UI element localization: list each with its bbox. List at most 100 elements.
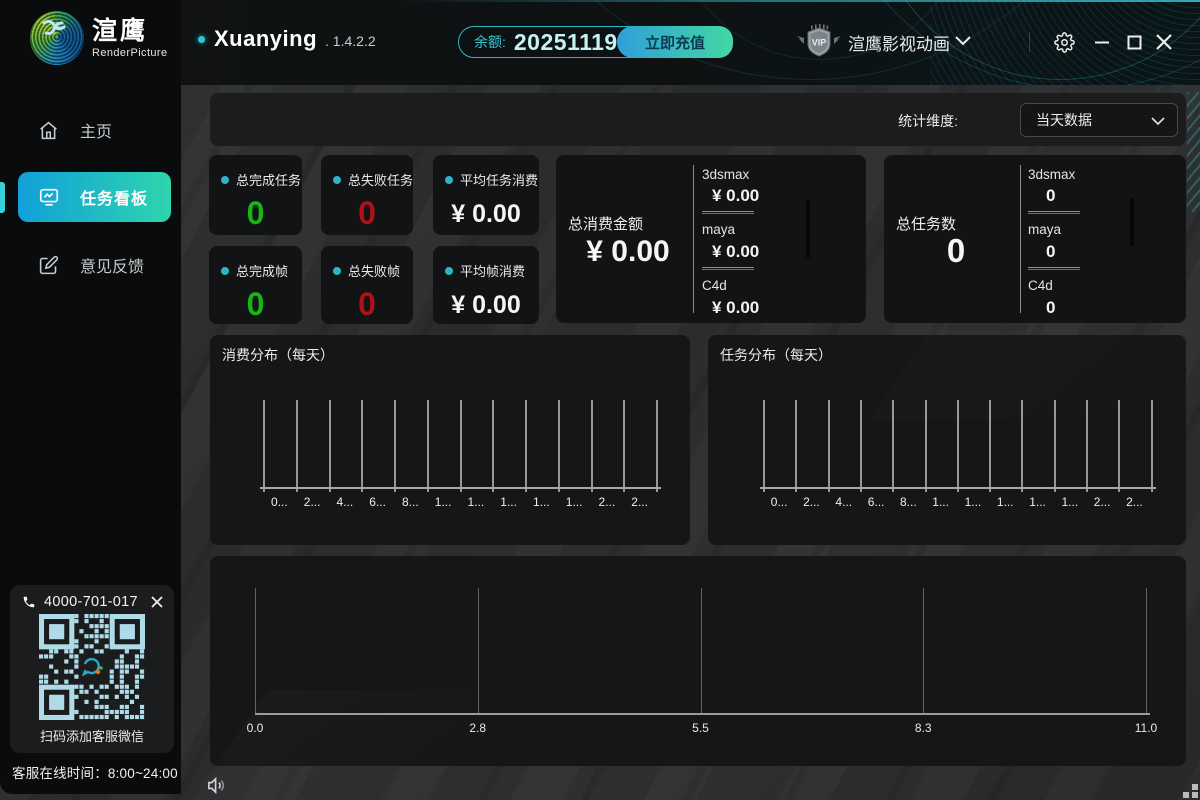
scrollbar-thumb[interactable] xyxy=(806,200,810,258)
x-axis-label: 1... xyxy=(525,495,558,509)
app-title: Xuanying . 1.4.2.2 xyxy=(198,26,376,52)
separator xyxy=(1028,267,1080,270)
x-axis-label: 1... xyxy=(492,495,525,509)
phone-icon xyxy=(22,595,36,609)
breakdown-value: ¥ 0.00 xyxy=(712,242,759,262)
stat-label: 总失败任务 xyxy=(348,170,413,189)
stat-label: 总完成帧 xyxy=(236,261,288,280)
x-axis-label: 2... xyxy=(591,495,624,509)
filter-label: 统计维度: xyxy=(898,111,958,131)
filter-bar: 统计维度: 当天数据 xyxy=(210,93,1186,146)
app-name: Xuanying xyxy=(214,26,317,52)
gridline xyxy=(923,588,924,713)
gridline xyxy=(591,400,593,492)
dashboard-chart-icon xyxy=(38,186,60,208)
chevron-down-icon xyxy=(1151,117,1165,126)
sidebar-item-label: 任务看板 xyxy=(80,185,148,209)
stat-card-completed-tasks: 总完成任务 0 xyxy=(209,155,302,235)
stat-bullet xyxy=(445,267,453,275)
x-axis-label: 0... xyxy=(263,495,296,509)
gridline xyxy=(460,400,462,492)
gridline xyxy=(329,400,331,492)
x-axis-label: 2... xyxy=(296,495,329,509)
feedback-icon xyxy=(38,255,59,276)
sidebar-item-home[interactable]: 主页 xyxy=(0,108,181,152)
stat-label: 总失败帧 xyxy=(348,261,400,280)
x-axis-label: 2... xyxy=(795,495,827,509)
gear-icon[interactable] xyxy=(1050,28,1078,56)
service-phone-number: 4000-701-017 xyxy=(44,594,138,610)
x-axis-label: 1... xyxy=(925,495,957,509)
x-axis-label: 6... xyxy=(860,495,892,509)
app-version: . 1.4.2.2 xyxy=(325,33,376,49)
x-axis-label: 4... xyxy=(329,495,362,509)
stat-card-avg-frame-cost: 平均帧消费 ¥ 0.00 xyxy=(433,246,539,324)
gridline xyxy=(623,400,625,492)
qr-code xyxy=(39,614,145,720)
title-bullet-dot xyxy=(198,36,205,43)
stat-value: ¥ 0.00 xyxy=(433,200,539,229)
x-axis-label: 2... xyxy=(623,495,656,509)
account-name[interactable]: 渲鹰影视动画 xyxy=(848,30,950,55)
sidebar-item-feedback[interactable]: 意见反馈 xyxy=(0,243,181,287)
app-window: Xuanying . 1.4.2.2 余额: 20251119.02 立即充值 … xyxy=(0,0,1200,800)
stat-value: 0 xyxy=(209,195,302,232)
gridline xyxy=(558,400,560,492)
gridline xyxy=(795,400,797,492)
x-axis-label: 8... xyxy=(892,495,924,509)
breakdown-name: 3dsmax xyxy=(1028,167,1075,182)
gridline xyxy=(828,400,830,492)
stat-card-avg-task-cost: 平均任务消费 ¥ 0.00 xyxy=(433,155,539,235)
logo-name-cn: 渲鹰 xyxy=(92,18,168,44)
divider xyxy=(1020,165,1021,313)
breakdown-name: maya xyxy=(1028,222,1061,237)
stat-card-failed-frames: 总失败帧 0 xyxy=(321,246,413,324)
minimize-icon[interactable] xyxy=(1088,28,1116,56)
chart-plot-area: 0...2...4...6...8...1...1...1...1...1...… xyxy=(210,335,690,545)
recharge-button[interactable]: 立即充值 xyxy=(617,26,733,58)
x-axis-label: 2... xyxy=(1086,495,1118,509)
stat-label: 总完成任务 xyxy=(236,170,301,189)
total-tasks-card: 总任务数 0 3dsmax 0 maya 0 C4d 0 xyxy=(884,155,1186,323)
home-icon xyxy=(38,120,59,141)
sidebar-item-label: 意见反馈 xyxy=(80,253,144,277)
x-axis-label: 4... xyxy=(828,495,860,509)
gridline xyxy=(492,400,494,492)
breakdown-name: 3dsmax xyxy=(702,167,749,182)
service-online-time: 客服在线时间：8:00~24:00 xyxy=(12,762,178,782)
close-icon[interactable] xyxy=(1150,28,1178,56)
x-axis-label: 0... xyxy=(763,495,795,509)
customer-service-card: 4000-701-017 扫码添加客服微信 xyxy=(10,585,174,753)
sidebar-item-dashboard[interactable]: 任务看板 xyxy=(18,172,171,222)
logo-text: 渲鹰 RenderPicture xyxy=(92,18,168,59)
active-nav-indicator xyxy=(0,182,5,213)
gridline xyxy=(263,400,265,492)
separator xyxy=(702,211,754,214)
stat-dimension-select[interactable]: 当天数据 xyxy=(1020,103,1178,137)
gridline xyxy=(255,588,256,713)
x-axis-label: 1... xyxy=(460,495,493,509)
logo-icon xyxy=(30,11,84,65)
x-axis-label: 1... xyxy=(558,495,591,509)
resize-grip[interactable] xyxy=(1183,792,1189,798)
scrollbar-thumb[interactable] xyxy=(1130,198,1134,246)
resize-grip[interactable] xyxy=(1192,792,1198,798)
x-axis-label: 1... xyxy=(427,495,460,509)
vip-badge-icon: VIP xyxy=(796,24,842,60)
breakdown-value: ¥ 0.00 xyxy=(712,186,759,206)
balance-pill: 余额: 20251119.02 立即充值 xyxy=(458,26,733,58)
chevron-down-icon[interactable] xyxy=(955,36,971,46)
card-label: 总消费金额 xyxy=(568,213,643,234)
separator xyxy=(1028,211,1080,214)
resize-grip[interactable] xyxy=(1192,784,1198,790)
stat-value: ¥ 0.00 xyxy=(433,291,539,320)
stat-bullet xyxy=(445,176,453,184)
card-label: 总任务数 xyxy=(896,213,956,234)
divider xyxy=(693,165,694,313)
maximize-icon[interactable] xyxy=(1120,28,1148,56)
gridline xyxy=(361,400,363,492)
breakdown-name: maya xyxy=(702,222,735,237)
close-icon[interactable] xyxy=(148,593,166,611)
stat-card-failed-tasks: 总失败任务 0 xyxy=(321,155,413,235)
breakdown-value: 0 xyxy=(1046,298,1055,318)
